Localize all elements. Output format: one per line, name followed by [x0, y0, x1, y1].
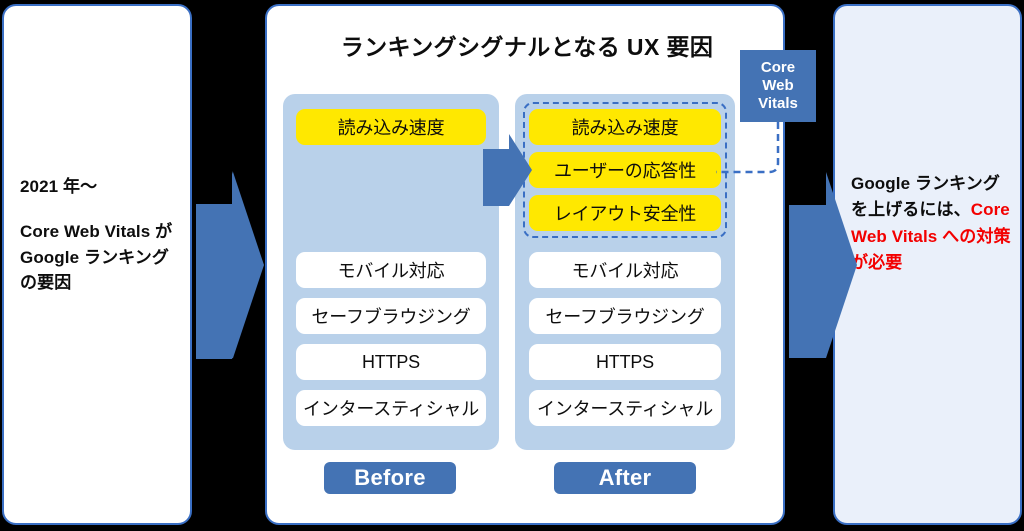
left-panel-text: 2021 年〜 Core Web Vitals が Google ランキングの要…	[20, 174, 182, 296]
diagram-canvas: 2021 年〜 Core Web Vitals が Google ランキングの要…	[0, 0, 1024, 531]
after-chip-loading-speed[interactable]: 読み込み速度	[529, 109, 721, 145]
left-panel-line2: Core Web Vitals が Google ランキングの要因	[20, 221, 173, 293]
after-label: After	[554, 462, 696, 494]
after-chip-layout-stability[interactable]: レイアウト安全性	[529, 195, 721, 231]
before-chip-interstitial[interactable]: インタースティシャル	[296, 390, 486, 426]
before-chip-loading-speed[interactable]: 読み込み速度	[296, 109, 486, 145]
after-chip-safe-browsing[interactable]: セーフブラウジング	[529, 298, 721, 334]
right-panel: Google ランキングを上げるには、Core Web Vitals への対策が…	[833, 4, 1022, 525]
before-column: 読み込み速度 モバイル対応 セーフブラウジング HTTPS インタースティシャル	[283, 94, 499, 450]
badge-line-2: Web	[762, 77, 794, 95]
arrow-left-to-center-body-icon	[196, 172, 264, 358]
left-panel-line1: 2021 年〜	[20, 177, 98, 196]
badge-line-3: Vitals	[758, 94, 798, 112]
after-chip-mobile-friendly[interactable]: モバイル対応	[529, 252, 721, 288]
before-chip-mobile-friendly[interactable]: モバイル対応	[296, 252, 486, 288]
arrow-left-to-center-icon	[196, 171, 263, 359]
core-web-vitals-badge[interactable]: Core Web Vitals	[740, 50, 816, 122]
after-column: 読み込み速度 ユーザーの応答性 レイアウト安全性 モバイル対応 セーフブラウジン…	[515, 94, 735, 450]
after-chip-https[interactable]: HTTPS	[529, 344, 721, 380]
center-panel-title: ランキングシグナルとなる UX 要因	[340, 34, 714, 60]
badge-line-1: Core	[760, 59, 796, 77]
left-panel: 2021 年〜 Core Web Vitals が Google ランキングの要…	[2, 4, 192, 525]
before-chip-https[interactable]: HTTPS	[296, 344, 486, 380]
right-panel-text: Google ランキングを上げるには、Core Web Vitals への対策が…	[851, 171, 1011, 276]
before-chip-safe-browsing[interactable]: セーフブラウジング	[296, 298, 486, 334]
left-panel-spacer	[20, 200, 182, 219]
before-label: Before	[324, 462, 456, 494]
center-panel: ランキングシグナルとなる UX 要因 読み込み速度 モバイル対応 セーフブラウジ…	[265, 4, 785, 525]
after-chip-user-responsiveness[interactable]: ユーザーの応答性	[529, 152, 721, 188]
after-chip-interstitial[interactable]: インタースティシャル	[529, 390, 721, 426]
